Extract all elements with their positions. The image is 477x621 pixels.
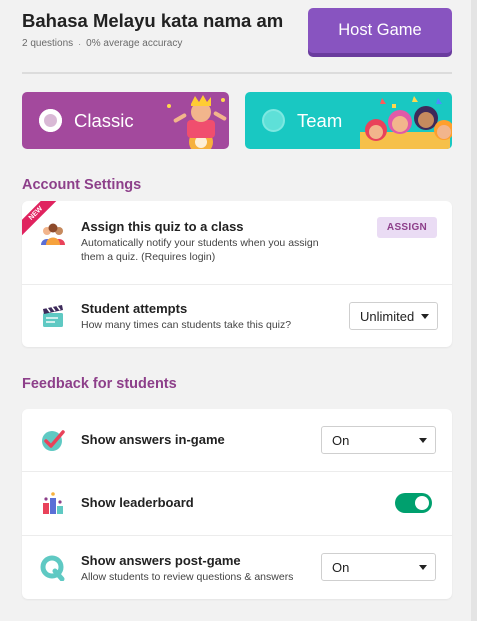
class-students-icon [41,223,65,245]
feedback-heading: Feedback for students [22,376,177,392]
show-answers-ingame-row: Show answers in-game On [22,409,452,471]
show-answers-postgame-title: Show answers post-game [81,553,241,568]
assign-quiz-title: Assign this quiz to a class [81,219,244,234]
chevron-down-icon [419,565,427,570]
leaderboard-toggle[interactable] [395,493,432,513]
answers-ingame-select[interactable]: On [321,426,436,454]
meta-separator: · [78,38,82,49]
answers-postgame-select-value: On [332,559,350,575]
host-game-button[interactable]: Host Game [308,8,452,53]
feedback-card: Show answers in-game On Show leaderboard… [22,409,452,599]
attempts-select-value: Unlimited [360,308,415,324]
student-attempts-row: Student attempts How many times can stud… [22,285,452,347]
attempts-select[interactable]: Unlimited [349,302,438,330]
average-accuracy: 0% average accuracy [86,38,183,49]
assign-quiz-desc-line1: Automatically notify your students when … [81,237,319,249]
mode-team-card[interactable]: Team [245,92,452,149]
checkmark-icon [42,430,65,451]
show-answers-ingame-title: Show answers in-game [81,432,225,447]
assign-quiz-desc-line2: them a quiz. (Requires login) [81,251,216,263]
team-radio[interactable] [262,109,285,132]
answers-postgame-select[interactable]: On [321,553,436,581]
answers-ingame-select-value: On [332,432,350,448]
assign-quiz-row: Assign this quiz to a class Automaticall… [22,201,452,284]
header-divider [22,72,452,74]
chevron-down-icon [421,314,429,319]
account-settings-heading: Account Settings [22,177,142,193]
show-leaderboard-title: Show leaderboard [81,495,194,510]
review-q-icon [40,555,65,581]
toggle-knob [415,496,429,510]
scrollbar-track [471,0,477,621]
classic-radio[interactable] [39,109,62,132]
classic-illustration-icon [167,95,227,149]
team-illustration-icon [360,96,452,149]
account-settings-card: NEW Assign this quiz to a class Automati… [22,201,452,347]
leaderboard-icon [43,492,63,514]
mode-classic-card[interactable]: Classic [22,92,229,149]
quiz-meta: 2 questions · 0% average accuracy [22,38,182,49]
assign-button[interactable]: ASSIGN [377,217,437,238]
clapperboard-icon [43,305,63,327]
team-label: Team [297,109,343,131]
quiz-title: Bahasa Melayu kata nama am [22,10,284,31]
show-leaderboard-row: Show leaderboard [22,472,452,535]
classic-label: Classic [74,109,134,131]
question-count: 2 questions [22,38,74,49]
student-attempts-desc: How many times can students take this qu… [81,319,292,331]
student-attempts-title: Student attempts [81,301,188,316]
show-answers-postgame-desc: Allow students to review questions & ans… [81,571,294,583]
show-answers-postgame-row: Show answers post-game Allow students to… [22,536,452,599]
chevron-down-icon [419,438,427,443]
